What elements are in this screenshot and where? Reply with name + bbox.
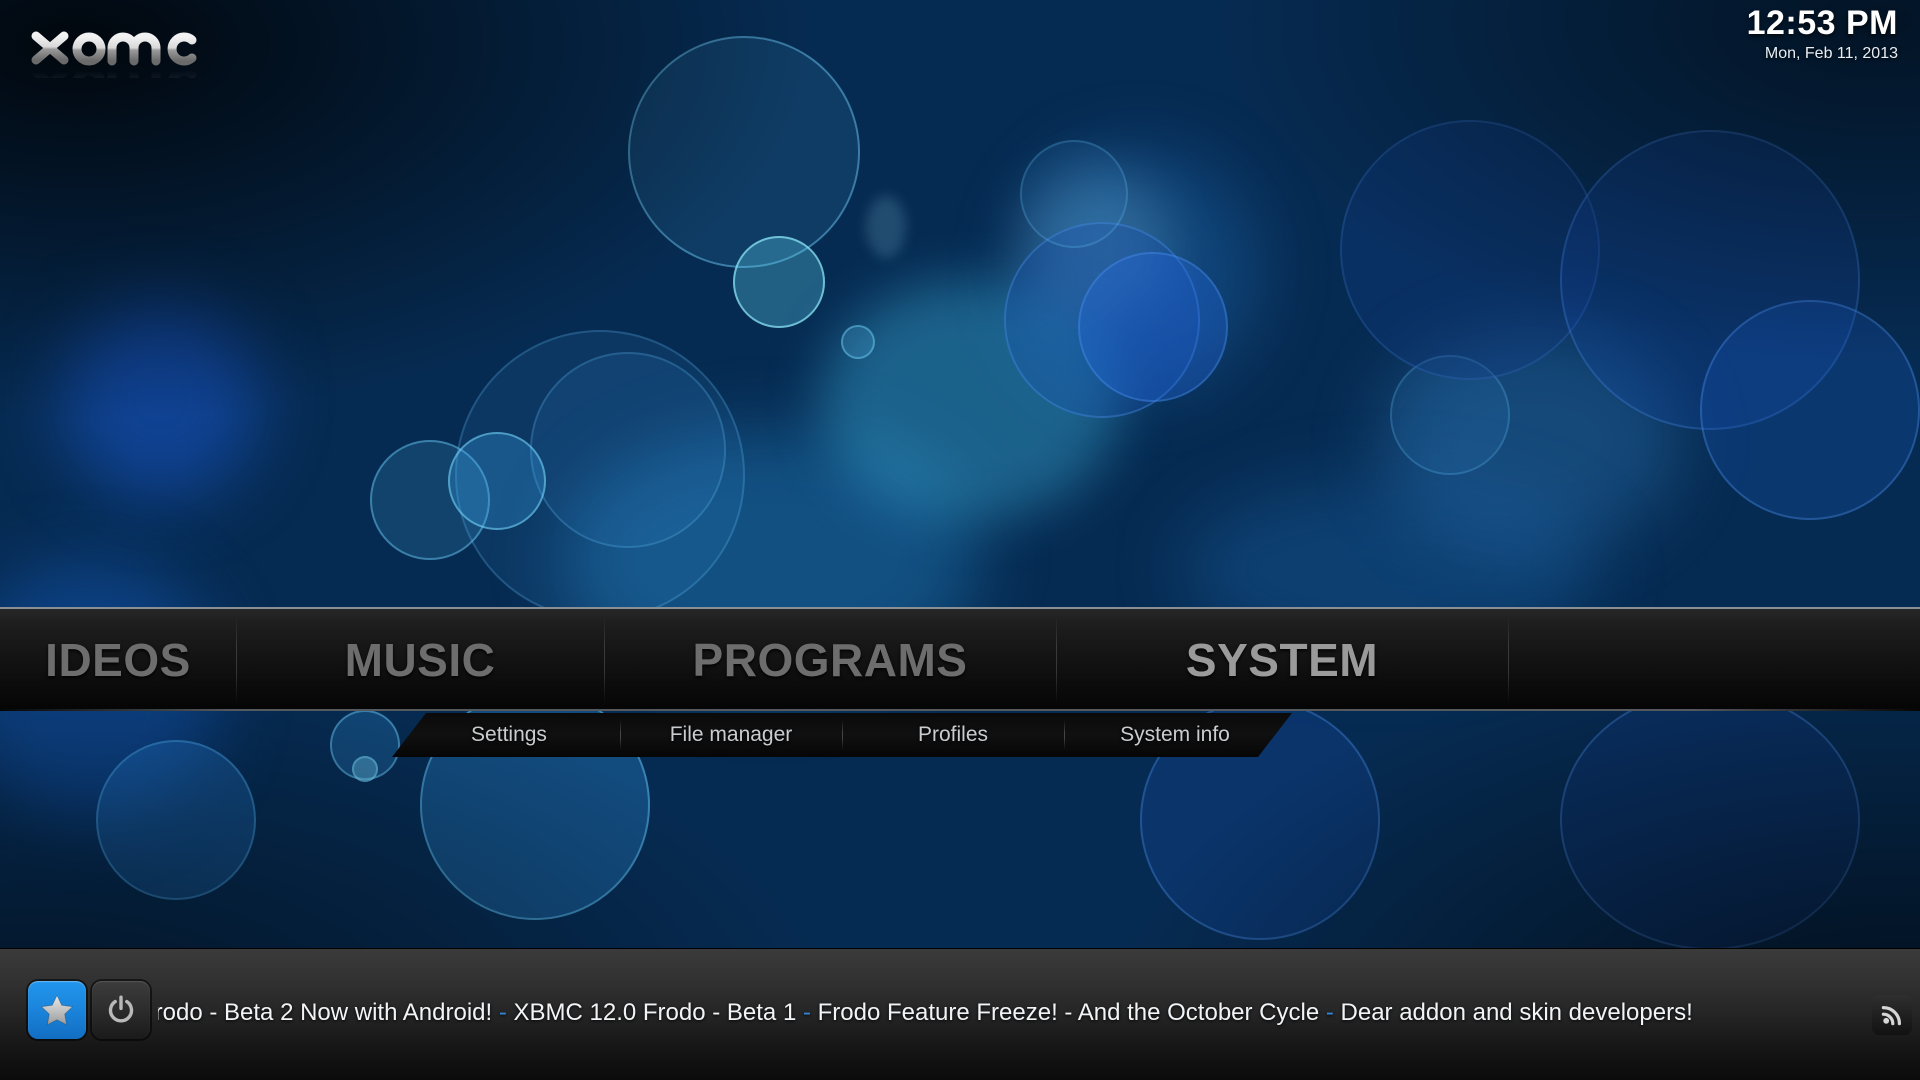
main-menu-item-music[interactable]: MUSIC bbox=[236, 608, 604, 712]
power-button[interactable] bbox=[92, 981, 150, 1039]
sub-menu-item-settings[interactable]: Settings bbox=[398, 713, 620, 757]
sub-menu-item-label: Settings bbox=[471, 723, 547, 746]
rss-headline: XBMC 12.0 Frodo - Beta 1 bbox=[513, 999, 797, 1026]
rss-headline: Dear addon and skin developers! bbox=[1340, 999, 1693, 1026]
rss-separator: - bbox=[492, 999, 514, 1026]
sub-menu-item-label: File manager bbox=[669, 723, 793, 746]
main-menu-item-programs[interactable]: PROGRAMS bbox=[604, 608, 1056, 712]
main-menu-item-label: IDEOS bbox=[45, 634, 191, 686]
main-menu-item-label: PROGRAMS bbox=[692, 634, 968, 686]
sub-menu-item-profiles[interactable]: Profiles bbox=[842, 713, 1064, 757]
main-menu-item-videos[interactable]: IDEOS bbox=[0, 608, 236, 712]
main-menu-item-label: MUSIC bbox=[344, 634, 496, 686]
xbmc-logo bbox=[24, 14, 224, 78]
rss-headline: Frodo - Beta 2 Now with Android! bbox=[158, 999, 493, 1026]
rss-separator: - bbox=[796, 999, 818, 1026]
main-menu-item-system[interactable]: SYSTEM bbox=[1056, 608, 1508, 712]
xbmc-home-screen: 12:53 PM Mon, Feb 11, 2013 IDEOS MUSIC PRO… bbox=[0, 0, 1920, 1080]
star-icon bbox=[40, 994, 74, 1026]
rss-icon[interactable] bbox=[1872, 995, 1912, 1035]
sub-menu[interactable]: Settings File manager Profiles System info bbox=[392, 713, 1292, 757]
bottom-bar: Frodo - Beta 2 Now with Android! - XBMC … bbox=[0, 948, 1920, 1080]
clock-time: 12:53 PM bbox=[1746, 4, 1898, 42]
sub-menu-item-label: System info bbox=[1120, 723, 1230, 746]
clock-date: Mon, Feb 11, 2013 bbox=[1764, 44, 1898, 62]
power-icon bbox=[108, 995, 134, 1023]
sub-menu-item-label: Profiles bbox=[917, 723, 989, 746]
main-menu-item-spacer bbox=[1508, 608, 1920, 712]
clock: 12:53 PM Mon, Feb 11, 2013 bbox=[1746, 4, 1898, 64]
sub-menu-item-file-manager[interactable]: File manager bbox=[620, 713, 842, 757]
rss-ticker[interactable]: Frodo - Beta 2 Now with Android! - XBMC … bbox=[158, 993, 1858, 1033]
rss-separator: - bbox=[1319, 999, 1341, 1026]
main-menu[interactable]: IDEOS MUSIC PROGRAMS SYSTEM bbox=[0, 607, 1920, 711]
sub-menu-item-system-info[interactable]: System info bbox=[1064, 713, 1286, 757]
rss-headline: Frodo Feature Freeze! - And the October … bbox=[817, 999, 1320, 1026]
background-vignette bbox=[0, 0, 1920, 1080]
main-menu-item-label: SYSTEM bbox=[1185, 634, 1379, 686]
favourites-button[interactable] bbox=[28, 981, 86, 1039]
rss-ticker-text: Frodo - Beta 2 Now with Android! - XBMC … bbox=[158, 993, 1693, 1033]
